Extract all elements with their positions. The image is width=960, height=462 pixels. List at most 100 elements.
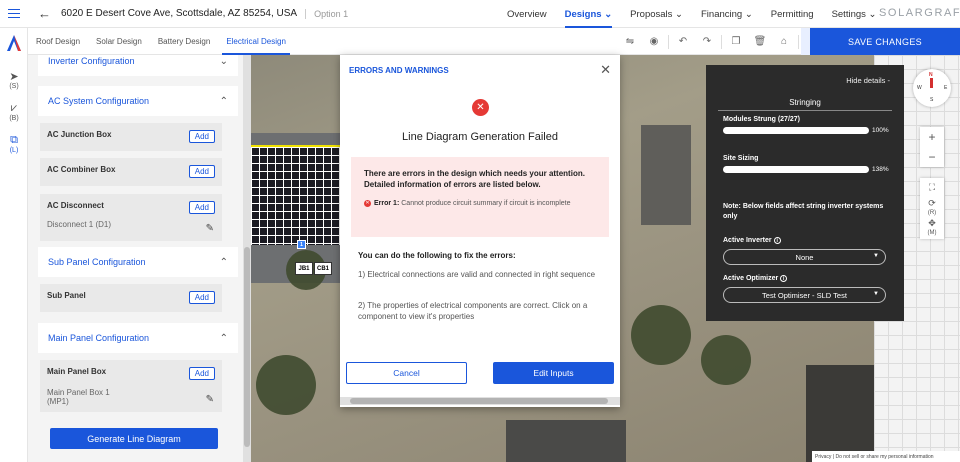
path-icon: ⩗ — [10, 102, 18, 114]
main-panel-item[interactable]: Main Panel Box 1 (MP1) — [47, 388, 215, 406]
tab-battery-design[interactable]: Battery Design — [150, 28, 218, 55]
add-ac-combiner-button[interactable]: Add — [188, 165, 215, 178]
active-inverter-label: Active Inverter i — [723, 237, 781, 244]
compass-needle — [930, 78, 933, 88]
nav-permitting[interactable]: Permitting — [771, 0, 814, 28]
panel-scroll-thumb[interactable] — [244, 247, 250, 447]
tab-electrical-design[interactable]: Electrical Design — [218, 28, 294, 55]
design-option[interactable]: Option 1 — [305, 8, 348, 19]
active-optimizer-select[interactable]: Test Optimiser - SLD Test ▼ — [723, 287, 886, 303]
chevron-up-icon: ⌃ — [219, 332, 228, 344]
info-icon[interactable]: i — [780, 275, 788, 282]
section-inverter-config[interactable]: Inverter Configuration ⌄ — [38, 55, 238, 76]
nav-settings[interactable]: Settings ⌄ — [832, 0, 877, 28]
tree — [631, 305, 691, 365]
back-arrow-icon[interactable]: ← — [38, 6, 51, 21]
app-logo-icon — [7, 35, 21, 51]
fix-item: 1) Electrical connections are valid and … — [358, 270, 596, 279]
rotate-icon[interactable]: ⟳ — [920, 196, 944, 210]
neighbor-roof — [806, 365, 874, 462]
transform-controls: ⛶ ⟳ (R) ✥ (M) — [920, 178, 944, 239]
hide-details-link[interactable]: Hide details - — [846, 76, 890, 85]
modules-strung-label: Modules Strung (27/27) — [723, 116, 801, 123]
rail-bezier-tool[interactable]: ⩗ (B) — [0, 102, 28, 122]
layers-icon[interactable]: ⇋ — [618, 28, 642, 55]
nav-designs[interactable]: Designs ⌄ — [564, 0, 612, 28]
cancel-button[interactable]: Cancel — [346, 362, 467, 384]
disconnect-item[interactable]: Disconnect 1 (D1) — [47, 220, 215, 229]
zoom-out-icon[interactable]: − — [920, 147, 944, 167]
add-ac-disconnect-button[interactable]: Add — [188, 201, 215, 214]
electrical-config-panel: Inverter Configuration ⌄ AC System Confi… — [28, 55, 251, 462]
delete-icon[interactable]: 🗑 — [748, 28, 772, 55]
map-label-cb1[interactable]: CB1 — [314, 262, 332, 275]
site-sizing-percent: 138% — [872, 166, 889, 173]
string-inverter-note: Note: Below fields affect string inverte… — [723, 203, 884, 220]
clear-icon[interactable]: ⌂ — [772, 28, 796, 55]
site-sizing-bar — [723, 166, 869, 173]
caret-down-icon: ▼ — [873, 253, 879, 259]
map-label-jb1[interactable]: JB1 — [295, 262, 313, 275]
copy-icon[interactable]: ❐ — [724, 28, 748, 55]
edit-pencil-icon[interactable]: ✎ — [206, 223, 214, 234]
panel-marker[interactable]: 1 — [297, 240, 306, 249]
tool-divider — [721, 34, 722, 49]
solar-array[interactable] — [251, 145, 351, 245]
neighbor-roof — [506, 420, 626, 462]
chevron-down-icon: ⌄ — [219, 55, 228, 67]
panel-scrollbar[interactable] — [243, 55, 251, 462]
dialog-title: ERRORS AND WARNINGS — [349, 65, 449, 75]
add-ac-junction-button[interactable]: Add — [188, 130, 215, 143]
compass-icon[interactable]: N S W E — [913, 69, 951, 107]
rail-line-tool[interactable]: ⧉ (L) — [0, 134, 28, 154]
generate-line-diagram-button[interactable]: Generate Line Diagram — [50, 428, 218, 449]
tab-roof-design[interactable]: Roof Design — [28, 28, 88, 55]
privacy-footer[interactable]: Privacy | Do not sell or share my person… — [812, 451, 960, 462]
tool-divider — [668, 34, 669, 49]
brand-logo: SOLARGRAF — [879, 7, 960, 19]
add-main-panel-button[interactable]: Add — [188, 367, 215, 380]
fit-view-icon[interactable]: ⛶ — [920, 178, 944, 196]
error-icon: ✕ — [472, 99, 489, 116]
close-icon[interactable]: ✕ — [600, 62, 611, 78]
save-changes-button[interactable]: SAVE CHANGES — [810, 28, 960, 55]
info-icon[interactable]: i — [773, 237, 781, 244]
card-ac-junction-box: AC Junction Box Add — [40, 123, 222, 151]
edit-pencil-icon[interactable]: ✎ — [206, 394, 214, 405]
section-main-panel-config[interactable]: Main Panel Configuration ⌃ — [38, 323, 238, 353]
eye-icon[interactable]: ◉ — [642, 28, 666, 55]
redo-icon[interactable]: ↷ — [695, 28, 719, 55]
top-nav: Overview Designs ⌄ Proposals ⌄ Financing… — [507, 0, 895, 28]
nav-overview[interactable]: Overview — [507, 0, 547, 28]
stringing-panel: Hide details - Stringing Modules Strung … — [706, 65, 904, 321]
active-optimizer-label: Active Optimizer i — [723, 275, 788, 282]
move-icon[interactable]: ✥ — [920, 216, 944, 230]
zoom-in-icon[interactable]: + — [920, 127, 944, 147]
card-main-panel-box: Main Panel Box Add Main Panel Box 1 (MP1… — [40, 360, 222, 412]
tree — [256, 355, 316, 415]
tree — [701, 335, 751, 385]
site-sizing-label: Site Sizing — [723, 155, 759, 162]
card-ac-combiner-box: AC Combiner Box Add — [40, 158, 222, 186]
caret-down-icon: ▼ — [873, 291, 879, 297]
add-sub-panel-button[interactable]: Add — [188, 291, 215, 304]
nav-proposals[interactable]: Proposals ⌄ — [630, 0, 683, 28]
fix-item: 2) The properties of electrical componen… — [358, 301, 588, 321]
nav-financing[interactable]: Financing ⌄ — [701, 0, 753, 28]
rail-select-tool[interactable]: ➤ (S) — [0, 70, 28, 90]
edit-inputs-button[interactable]: Edit Inputs — [493, 362, 614, 384]
dialog-scroll-thumb[interactable] — [350, 398, 608, 404]
dialog-scrollbar[interactable] — [340, 397, 620, 405]
project-address: 6020 E Desert Cove Ave, Scottsdale, AZ 8… — [61, 8, 298, 19]
top-bar: ← 6020 E Desert Cove Ave, Scottsdale, AZ… — [0, 0, 960, 28]
tab-solar-design[interactable]: Solar Design — [88, 28, 150, 55]
error-summary-box: There are errors in the design which nee… — [351, 157, 609, 237]
undo-icon[interactable]: ↶ — [671, 28, 695, 55]
section-ac-system-config[interactable]: AC System Configuration ⌃ — [38, 86, 238, 116]
active-inverter-select[interactable]: None ▼ — [723, 249, 886, 265]
section-sub-panel-config[interactable]: Sub Panel Configuration ⌃ — [38, 247, 238, 277]
error-item: ✕ Error 1: Cannot produce circuit summary… — [364, 199, 571, 207]
modules-strung-percent: 100% — [872, 127, 889, 134]
failure-heading: Line Diagram Generation Failed — [402, 131, 558, 143]
hamburger-menu-icon[interactable] — [0, 0, 28, 28]
